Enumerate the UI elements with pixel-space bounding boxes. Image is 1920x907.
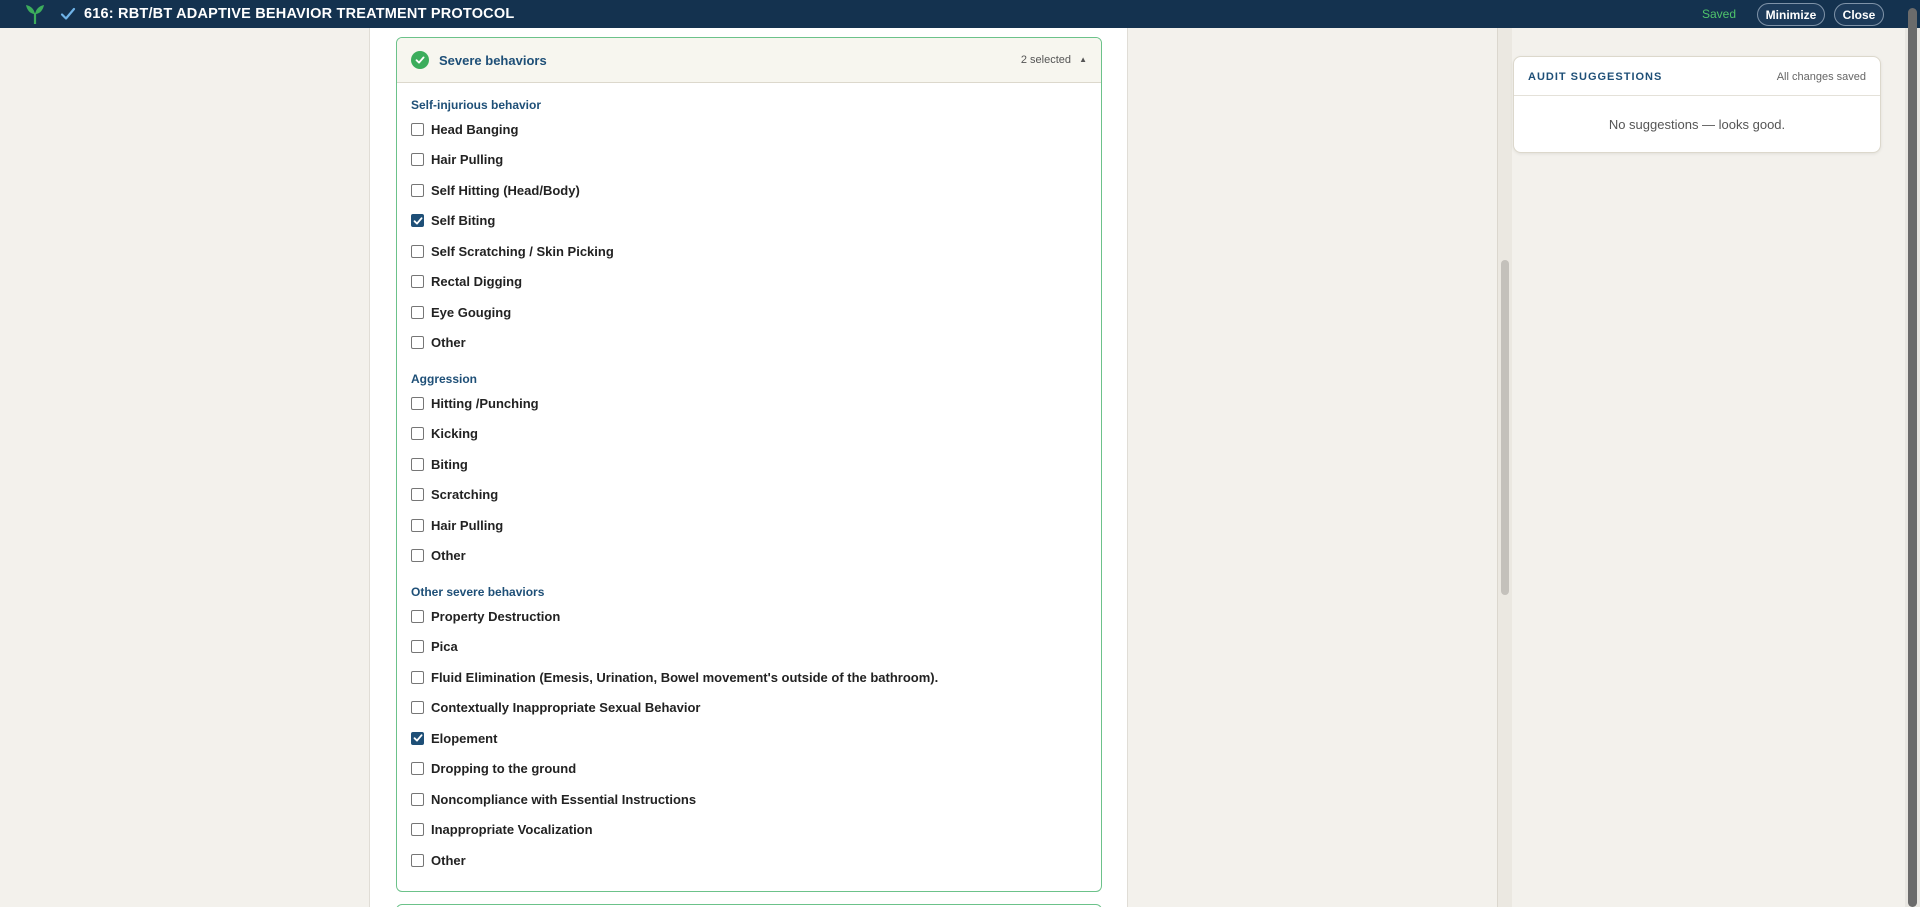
collapse-caret-icon[interactable]: ▲: [1079, 55, 1087, 64]
checkbox-label: Kicking: [431, 426, 478, 441]
audit-suggestions-panel: AUDIT SUGGESTIONS All changes saved No s…: [1513, 56, 1881, 153]
checkbox-unchecked[interactable]: [411, 609, 424, 623]
checkbox-option[interactable]: Other: [411, 547, 466, 565]
checkbox-label: Other: [431, 852, 466, 868]
checkmark-icon: [413, 734, 422, 742]
checkbox-option[interactable]: Hitting /Punching: [411, 394, 539, 412]
checkbox-label: Self Scratching / Skin Picking: [431, 243, 614, 259]
checkbox-unchecked[interactable]: [411, 305, 424, 319]
checkbox-label: Head Banging: [431, 121, 519, 137]
page-scroll-thumb[interactable]: [1908, 8, 1917, 907]
group-label: Aggression: [411, 372, 478, 386]
close-button[interactable]: Close: [1834, 3, 1884, 26]
checkbox-label: Rectal Digging: [431, 274, 523, 289]
audit-header: AUDIT SUGGESTIONS All changes saved: [1514, 57, 1880, 96]
checkbox-label: Pica: [431, 639, 458, 654]
checkbox-label: Self Biting: [431, 213, 496, 228]
audit-message: No suggestions — looks good.: [1608, 117, 1786, 132]
checkbox-option[interactable]: Rectal Digging: [411, 273, 522, 291]
checkbox-unchecked[interactable]: [411, 122, 424, 136]
checkbox-label: Noncompliance with Essential Instruction…: [431, 791, 697, 807]
checkbox-unchecked[interactable]: [411, 153, 424, 166]
checkmark-icon: [60, 7, 76, 20]
checkbox-label: Other: [431, 335, 466, 350]
minimize-button[interactable]: Minimize: [1757, 3, 1825, 26]
checkbox-option[interactable]: Elopement: [411, 729, 497, 747]
checkbox-label: Contextually Inappropriate Sexual Behavi…: [431, 700, 701, 715]
checkbox-option[interactable]: Hair Pulling: [411, 516, 503, 534]
checkbox-label: Elopement: [431, 730, 498, 746]
selected-count-badge: 2 selected: [1020, 54, 1071, 66]
audit-title: AUDIT SUGGESTIONS: [1528, 71, 1663, 83]
checkbox-option[interactable]: Other: [411, 851, 466, 869]
checkbox-unchecked[interactable]: [411, 640, 424, 653]
checkbox-label: Scratching: [431, 487, 499, 502]
completed-check-icon: [411, 51, 429, 69]
group-label: Other severe behaviors: [411, 585, 545, 599]
checkbox-unchecked[interactable]: [411, 701, 424, 714]
checkbox-unchecked[interactable]: [411, 853, 424, 867]
checkbox-unchecked[interactable]: [411, 518, 424, 532]
checkbox-option[interactable]: Other: [411, 334, 466, 352]
checkbox-label: Hitting /Punching: [431, 395, 539, 411]
checkbox-unchecked[interactable]: [411, 762, 424, 775]
severe-behaviors-section: Severe behaviors 2 selected ▲ Self-injur…: [396, 37, 1102, 892]
checkmark-icon: [413, 216, 422, 224]
checkbox-unchecked[interactable]: [411, 549, 424, 562]
checkbox-checked[interactable]: [411, 731, 424, 745]
checkbox-option[interactable]: Eye Gouging: [411, 303, 511, 321]
checkbox-unchecked[interactable]: [411, 183, 424, 197]
checkbox-option[interactable]: Self Scratching / Skin Picking: [411, 242, 614, 260]
checkbox-label: Other: [431, 548, 466, 563]
checkbox-label: Eye Gouging: [431, 304, 512, 320]
checkbox-option[interactable]: Pica: [411, 638, 458, 656]
checkbox-label: Dropping to the ground: [431, 761, 577, 776]
form-scroll-thumb[interactable]: [1501, 260, 1509, 595]
checkbox-unchecked[interactable]: [411, 488, 424, 501]
top-bar: 616: RBT/BT ADAPTIVE BEHAVIOR TREATMENT …: [0, 0, 1920, 28]
checkbox-unchecked[interactable]: [411, 823, 424, 836]
checkbox-unchecked[interactable]: [411, 792, 424, 806]
checkbox-unchecked[interactable]: [411, 427, 424, 440]
checkbox-option[interactable]: Head Banging: [411, 120, 518, 138]
checkbox-unchecked[interactable]: [411, 457, 424, 471]
group-label: Self-injurious behavior: [411, 98, 542, 112]
checkbox-option[interactable]: Contextually Inappropriate Sexual Behavi…: [411, 699, 700, 717]
checkbox-option[interactable]: Noncompliance with Essential Instruction…: [411, 790, 696, 808]
audit-save-status: All changes saved: [1776, 71, 1866, 83]
checkbox-unchecked[interactable]: [411, 396, 424, 410]
checkbox-label: Property Destruction: [431, 608, 561, 624]
section-title: Severe behaviors: [439, 52, 547, 68]
section-header[interactable]: Severe behaviors 2 selected ▲: [397, 38, 1101, 83]
checkbox-unchecked[interactable]: [411, 275, 424, 288]
checkbox-unchecked[interactable]: [411, 670, 424, 684]
checkbox-option[interactable]: Self Hitting (Head/Body): [411, 181, 580, 199]
checkbox-option[interactable]: Dropping to the ground: [411, 760, 576, 778]
checkbox-option[interactable]: Self Biting: [411, 212, 495, 230]
checkbox-label: Hair Pulling: [431, 152, 504, 167]
page-title: 616: RBT/BT ADAPTIVE BEHAVIOR TREATMENT …: [84, 6, 515, 22]
checkbox-option[interactable]: Scratching: [411, 486, 498, 504]
checkbox-label: Self Hitting (Head/Body): [431, 182, 580, 198]
checkbox-unchecked[interactable]: [411, 244, 424, 258]
checkbox-label: Inappropriate Vocalization: [431, 822, 593, 837]
checkbox-option[interactable]: Kicking: [411, 425, 478, 443]
checkbox-unchecked[interactable]: [411, 336, 424, 349]
checkbox-option[interactable]: Biting: [411, 455, 468, 473]
checkbox-label: Hair Pulling: [431, 517, 504, 533]
checkbox-label: Biting: [431, 456, 468, 472]
checkbox-option[interactable]: Inappropriate Vocalization: [411, 821, 593, 839]
save-status: Saved: [1702, 7, 1737, 21]
sprout-icon: [26, 5, 44, 24]
checkbox-option[interactable]: Fluid Elimination (Emesis, Urination, Bo…: [411, 668, 938, 686]
checkbox-option[interactable]: Hair Pulling: [411, 151, 503, 169]
checkbox-checked[interactable]: [411, 214, 424, 227]
checkbox-label: Fluid Elimination (Emesis, Urination, Bo…: [431, 669, 939, 685]
checkbox-option[interactable]: Property Destruction: [411, 607, 560, 625]
